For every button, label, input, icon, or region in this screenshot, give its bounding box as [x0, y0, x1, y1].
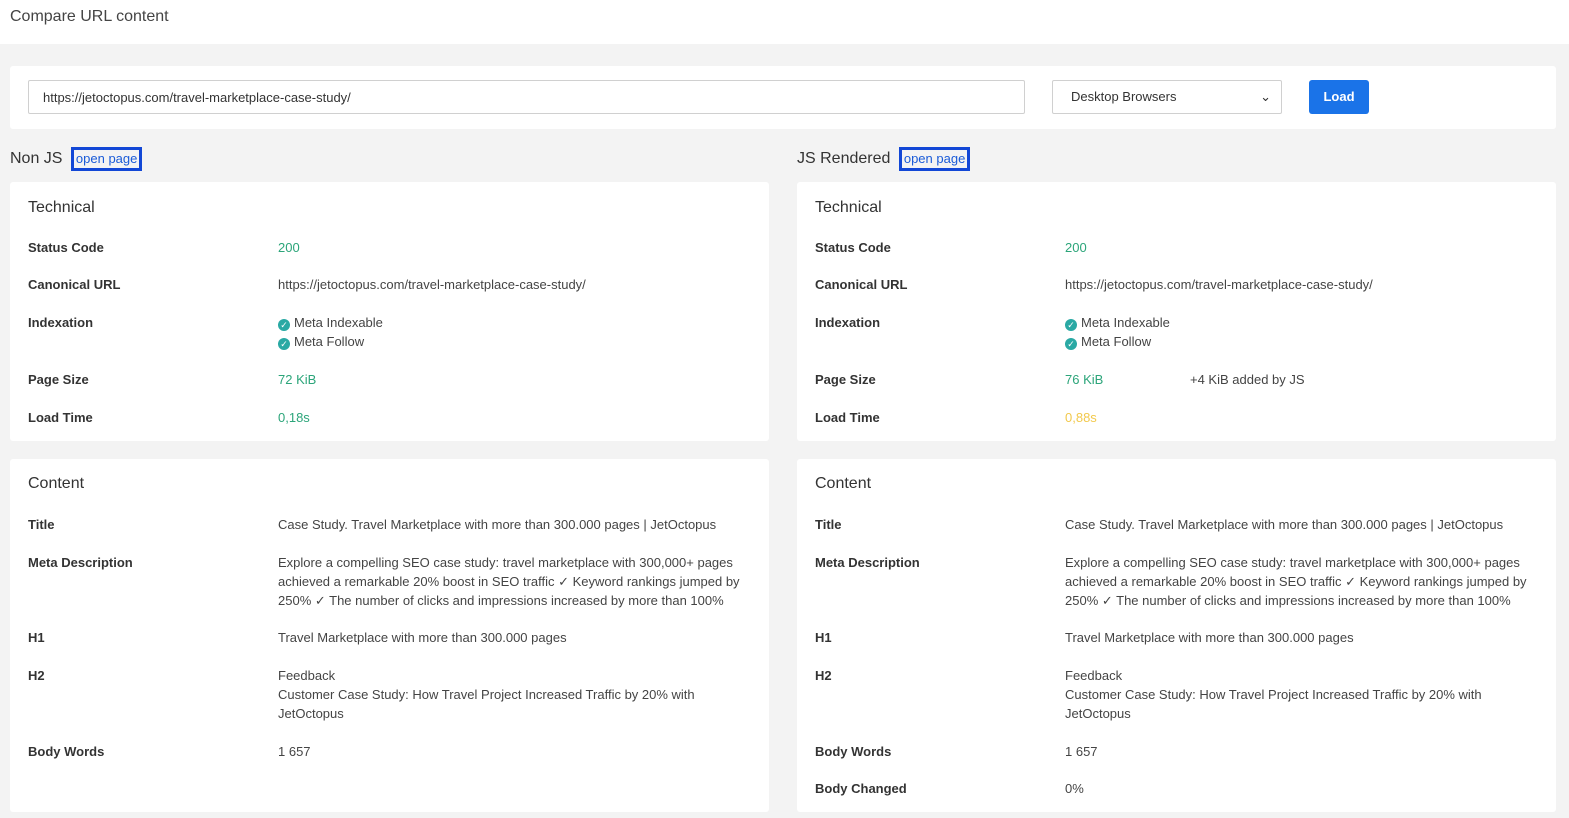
status-code-label: Status Code [28, 240, 104, 255]
page-size-label: Page Size [28, 372, 89, 387]
body-words-value: 1 657 [1065, 744, 1098, 759]
body-words-label: Body Words [28, 744, 105, 759]
h2-value: Feedback Customer Case Study: How Travel… [278, 666, 695, 723]
device-select-value: Desktop Browsers [1071, 89, 1177, 104]
h2-value: Feedback Customer Case Study: How Travel… [1065, 666, 1482, 723]
js-rendered-title: JS Rendered [797, 150, 891, 167]
status-code-label: Status Code [815, 240, 891, 255]
meta-follow: Meta Follow [1081, 334, 1152, 349]
h2-line: Feedback [278, 668, 336, 683]
technical-card-non-js: Technical Status Code 200 Canonical URL … [10, 182, 769, 441]
page-size-diff: +4 KiB added by JS [1190, 372, 1305, 387]
meta-description-line: 250% ✓ The number of clicks and impressi… [1065, 593, 1511, 608]
indexation-label: Indexation [28, 315, 94, 330]
meta-description-line: Explore a compelling SEO case study: tra… [278, 555, 733, 570]
load-time-label: Load Time [28, 410, 93, 425]
status-code-value: 200 [278, 240, 300, 255]
url-input[interactable] [28, 80, 1025, 114]
meta-follow: Meta Follow [294, 334, 365, 349]
chevron-down-icon: ⌄ [1260, 89, 1271, 104]
load-time-label: Load Time [815, 410, 880, 425]
check-circle-icon: ✓ [1065, 338, 1077, 350]
meta-description-line: 250% ✓ The number of clicks and impressi… [278, 593, 724, 608]
h2-line: JetOctopus [278, 706, 344, 721]
canonical-label: Canonical URL [28, 277, 121, 292]
content-card-js: Content Title Case Study. Travel Marketp… [797, 459, 1556, 812]
check-circle-icon: ✓ [1065, 319, 1077, 331]
canonical-value: https://jetoctopus.com/travel-marketplac… [1065, 277, 1373, 292]
page-title: Compare URL content [10, 8, 169, 25]
url-panel: Desktop Browsers ⌄ Load [10, 66, 1556, 129]
meta-description-value: Explore a compelling SEO case study: tra… [278, 553, 740, 610]
status-code-value: 200 [1065, 240, 1087, 255]
check-circle-icon: ✓ [278, 338, 290, 350]
non-js-heading: Non JS open page [10, 147, 143, 171]
load-time-value: 0,88s [1065, 410, 1097, 425]
indexation-value: ✓ Meta Indexable ✓ Meta Follow [1065, 313, 1170, 351]
h2-line: JetOctopus [1065, 706, 1131, 721]
h2-label: H2 [28, 668, 45, 683]
meta-description-label: Meta Description [28, 555, 133, 570]
page-size-label: Page Size [815, 372, 876, 387]
content-card-non-js: Content Title Case Study. Travel Marketp… [10, 459, 769, 812]
meta-description-line: achieved a remarkable 20% boost in SEO t… [278, 574, 740, 589]
h2-line: Customer Case Study: How Travel Project … [1065, 687, 1482, 702]
device-select[interactable]: Desktop Browsers ⌄ [1052, 80, 1282, 114]
h1-value: Travel Marketplace with more than 300.00… [1065, 630, 1354, 645]
body-changed-value: 0% [1065, 781, 1084, 796]
title-label: Title [815, 517, 842, 532]
h1-label: H1 [28, 630, 45, 645]
js-rendered-heading: JS Rendered open page [797, 147, 971, 171]
card-title: Content [28, 475, 85, 492]
load-button[interactable]: Load [1309, 80, 1369, 114]
title-value: Case Study. Travel Marketplace with more… [278, 517, 717, 532]
open-page-link-non-js[interactable]: open page [70, 147, 143, 171]
indexation-value: ✓ Meta Indexable ✓ Meta Follow [278, 313, 383, 351]
h2-label: H2 [815, 668, 832, 683]
non-js-title: Non JS [10, 150, 63, 167]
indexation-label: Indexation [815, 315, 881, 330]
meta-indexable: Meta Indexable [1081, 315, 1170, 330]
open-page-link-js[interactable]: open page [898, 147, 971, 171]
load-time-value: 0,18s [278, 410, 310, 425]
top-bar: Compare URL content [0, 0, 1569, 44]
body-words-value: 1 657 [278, 744, 311, 759]
page-size-value: 76 KiB [1065, 372, 1104, 387]
body-changed-label: Body Changed [815, 781, 907, 796]
meta-indexable: Meta Indexable [294, 315, 383, 330]
card-title: Technical [815, 199, 882, 216]
card-title: Content [815, 475, 872, 492]
title-label: Title [28, 517, 55, 532]
h1-label: H1 [815, 630, 832, 645]
meta-description-value: Explore a compelling SEO case study: tra… [1065, 553, 1527, 610]
card-title: Technical [28, 199, 95, 216]
technical-card-js: Technical Status Code 200 Canonical URL … [797, 182, 1556, 441]
h2-line: Customer Case Study: How Travel Project … [278, 687, 695, 702]
canonical-value: https://jetoctopus.com/travel-marketplac… [278, 277, 586, 292]
body-words-label: Body Words [815, 744, 892, 759]
meta-description-line: achieved a remarkable 20% boost in SEO t… [1065, 574, 1527, 589]
meta-description-label: Meta Description [815, 555, 920, 570]
meta-description-line: Explore a compelling SEO case study: tra… [1065, 555, 1520, 570]
title-value: Case Study. Travel Marketplace with more… [1065, 517, 1504, 532]
h1-value: Travel Marketplace with more than 300.00… [278, 630, 567, 645]
check-circle-icon: ✓ [278, 319, 290, 331]
canonical-label: Canonical URL [815, 277, 908, 292]
h2-line: Feedback [1065, 668, 1123, 683]
page-size-value: 72 KiB [278, 372, 317, 387]
